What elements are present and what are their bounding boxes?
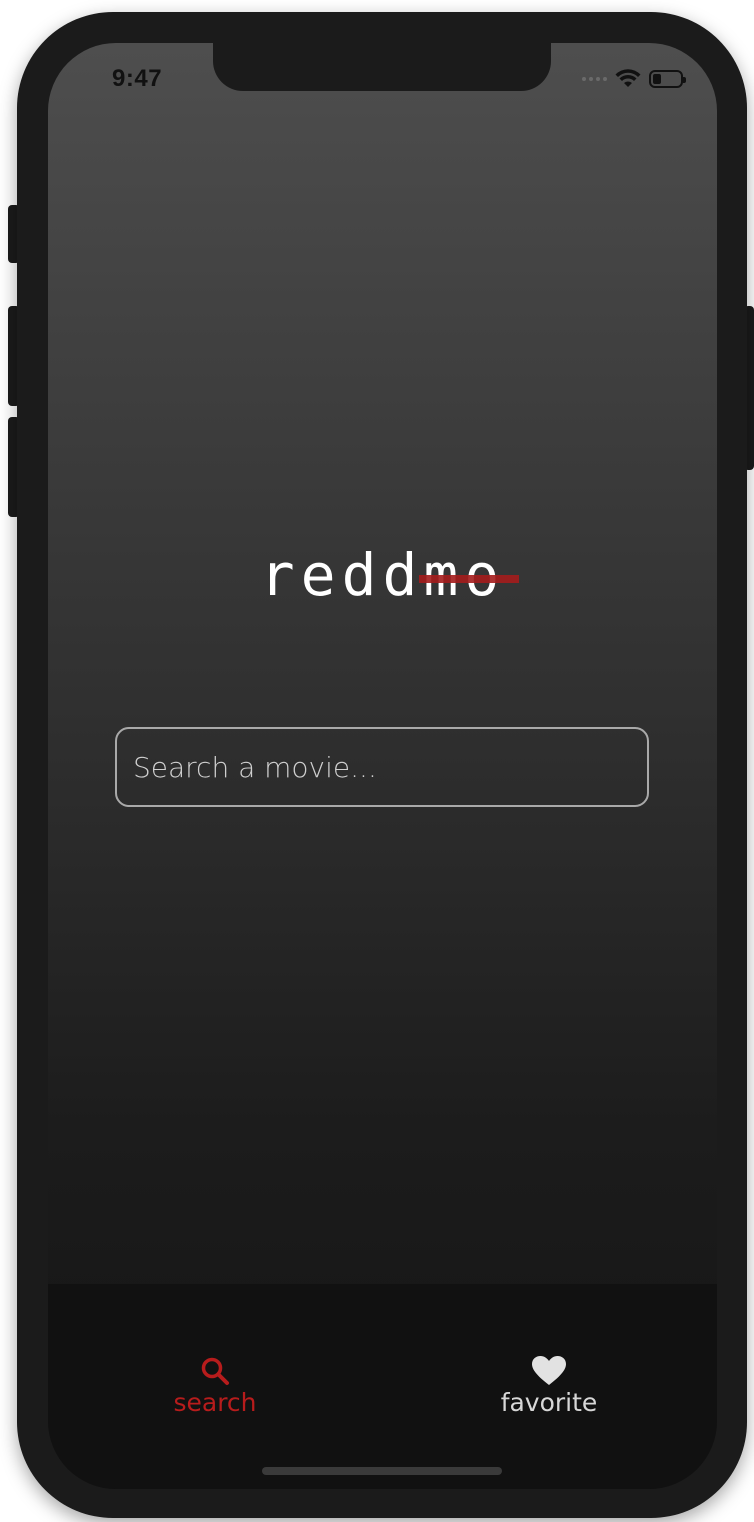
heart-icon: [532, 1356, 566, 1385]
tab-bar: search favorite: [48, 1284, 717, 1489]
search-icon: [201, 1357, 229, 1385]
search-input[interactable]: [117, 729, 647, 805]
battery-level-fill: [653, 74, 661, 84]
logo-text-struck: mo: [419, 541, 520, 609]
battery-icon: [649, 70, 686, 88]
search-field[interactable]: [115, 727, 649, 807]
app-screen: 9:47 reddmo search: [48, 43, 717, 1489]
status-time: 9:47: [112, 65, 163, 92]
status-icons: [582, 69, 686, 89]
notch: [213, 43, 551, 91]
tab-search[interactable]: search: [135, 1356, 295, 1417]
tab-search-label: search: [173, 1388, 257, 1417]
tab-favorite-label: favorite: [500, 1388, 598, 1417]
wifi-icon: [615, 69, 641, 87]
tab-favorite[interactable]: favorite: [469, 1356, 629, 1417]
app-logo: reddmo: [48, 541, 717, 609]
cellular-signal-icon: [582, 77, 607, 81]
logo-text-plain: redd: [259, 541, 424, 609]
home-indicator[interactable]: [262, 1467, 502, 1475]
